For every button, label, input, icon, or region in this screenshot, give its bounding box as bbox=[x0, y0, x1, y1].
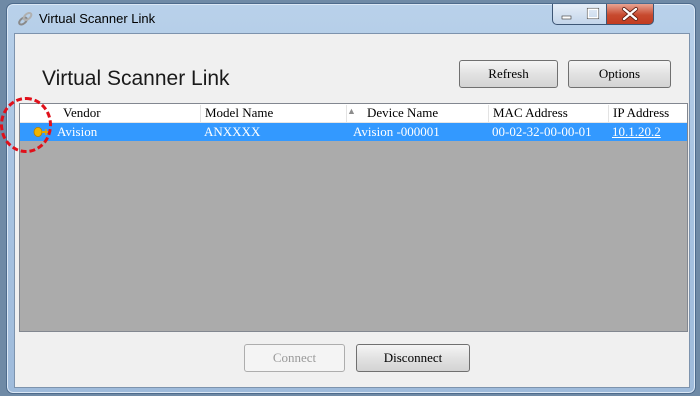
cell-vendor: Avision bbox=[57, 124, 98, 139]
options-button[interactable]: Options bbox=[568, 60, 671, 88]
disconnect-button[interactable]: Disconnect bbox=[356, 344, 470, 372]
app-window: Virtual Scanner Link Virtual Scanner Lin… bbox=[6, 3, 696, 394]
maximize-button[interactable] bbox=[580, 4, 607, 25]
device-list[interactable]: Vendor Model Name ▲ Device Name MAC Addr… bbox=[19, 103, 688, 332]
sort-ascending-icon: ▲ bbox=[347, 106, 356, 116]
page-title: Virtual Scanner Link bbox=[42, 67, 230, 90]
minimize-button[interactable] bbox=[552, 4, 581, 25]
minimize-icon bbox=[561, 15, 572, 20]
column-header-device-name[interactable]: Device Name bbox=[360, 105, 489, 122]
refresh-button[interactable]: Refresh bbox=[459, 60, 558, 88]
column-header-mac-address[interactable]: MAC Address bbox=[489, 105, 609, 122]
close-button[interactable] bbox=[607, 4, 654, 25]
cell-model-name: ANXXXX bbox=[204, 124, 261, 139]
column-header-ip-address[interactable]: IP Address bbox=[609, 105, 687, 122]
cell-device-name: Avision -000001 bbox=[353, 124, 440, 139]
column-header-model-name[interactable]: Model Name bbox=[201, 105, 347, 122]
link-icon bbox=[18, 11, 33, 26]
list-header: Vendor Model Name ▲ Device Name MAC Addr… bbox=[20, 104, 687, 123]
window-title: Virtual Scanner Link bbox=[39, 11, 156, 26]
ip-address-link[interactable]: 10.1.20.2 bbox=[612, 124, 661, 140]
table-row[interactable]: Avision ANXXXX Avision -000001 00-02-32-… bbox=[20, 123, 687, 141]
close-icon bbox=[622, 7, 638, 21]
cell-mac-address: 00-02-32-00-00-01 bbox=[492, 124, 592, 139]
connect-button[interactable]: Connect bbox=[244, 344, 345, 372]
client-area: Virtual Scanner Link Refresh Options Ven… bbox=[14, 33, 690, 388]
highlight-circle-annotation bbox=[0, 97, 52, 153]
title-bar[interactable]: Virtual Scanner Link bbox=[7, 4, 695, 32]
maximize-icon bbox=[586, 7, 600, 20]
